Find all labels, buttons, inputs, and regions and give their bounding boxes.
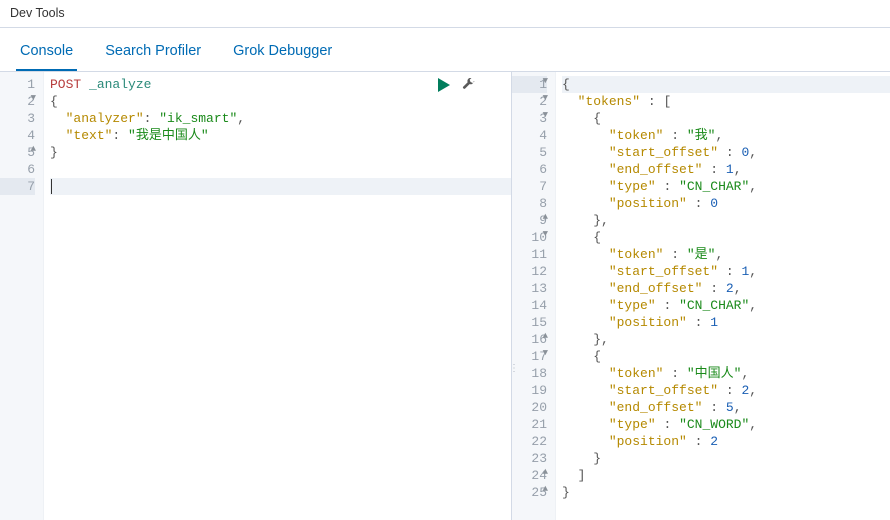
response-viewer[interactable]: ⋮ 1▼2▼3▼456789▲10▼111213141516▲17▼181920… [512,72,890,520]
response-gutter: 1▼2▼3▼456789▲10▼111213141516▲17▼18192021… [512,72,556,520]
request-editor[interactable]: 12▼345▲67 POST _analyze{ "analyzer": "ik… [0,72,512,520]
tab-search-profiler[interactable]: Search Profiler [101,33,205,71]
tab-console[interactable]: Console [16,33,77,71]
tab-bar: Console Search Profiler Grok Debugger [0,28,890,72]
tab-grok-debugger[interactable]: Grok Debugger [229,33,336,71]
play-icon[interactable] [438,78,450,92]
request-code[interactable]: POST _analyze{ "analyzer": "ik_smart", "… [44,72,511,520]
response-code: { "tokens" : [ { "token" : "我", "start_o… [556,72,890,520]
request-gutter: 12▼345▲67 [0,72,44,520]
wrench-icon[interactable] [462,78,476,92]
window-title: Dev Tools [0,0,890,28]
